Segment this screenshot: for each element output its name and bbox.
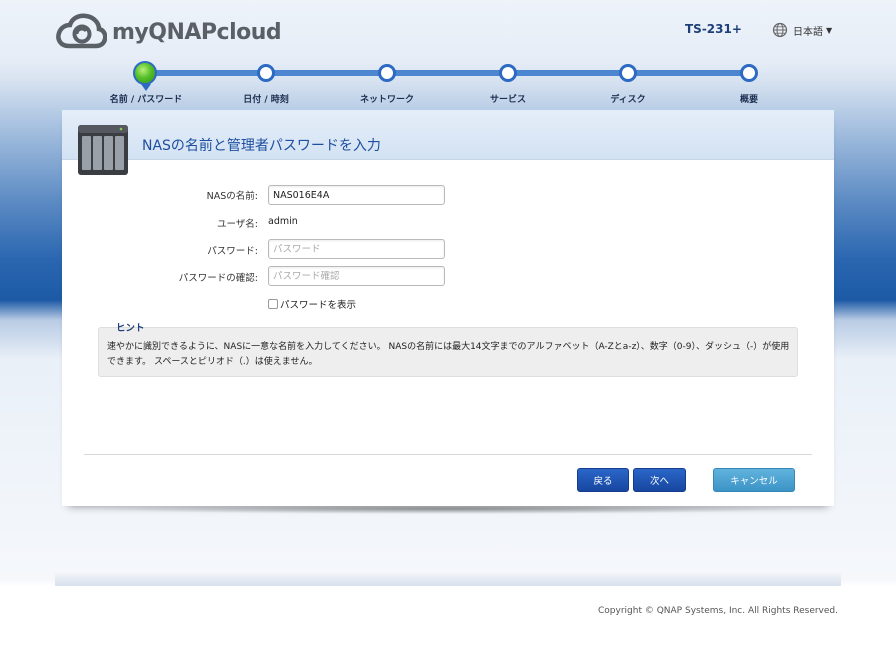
username-label: ユーザ名: <box>216 219 258 230</box>
cancel-button[interactable]: キャンセル <box>713 468 795 492</box>
step-dot-date-time <box>257 64 275 82</box>
step-dot-network <box>378 64 396 82</box>
next-button[interactable]: 次へ <box>633 468 686 492</box>
step-label-name-password: 名前 / パスワード <box>109 95 183 105</box>
copyright-text: Copyright © QNAP Systems, Inc. All Right… <box>598 606 838 616</box>
step-label-network: ネットワーク <box>359 95 415 105</box>
nas-model: TS-231+ <box>685 22 742 36</box>
nas-device-icon <box>78 125 128 175</box>
show-password-label[interactable]: パスワードを表示 <box>280 297 356 311</box>
hint-title: ヒント <box>116 323 145 334</box>
step-dot-services <box>499 64 517 82</box>
username-value: admin <box>268 216 298 227</box>
confirm-password-label: パスワードの確認: <box>178 273 258 284</box>
step-label-services: サービス <box>489 95 527 105</box>
step-dot-name-password <box>133 61 157 85</box>
footer-band <box>55 572 841 586</box>
language-label: 日本語 <box>793 26 823 38</box>
globe-icon <box>772 22 788 38</box>
cloud-logo-icon <box>56 13 107 49</box>
step-label-disk: ディスク <box>610 95 646 105</box>
show-password-checkbox[interactable] <box>268 299 278 309</box>
step-label-summary: 概要 <box>739 95 759 105</box>
step-label-date-time: 日付 / 時刻 <box>243 95 289 105</box>
footer-divider <box>84 454 812 455</box>
wizard-progress-track <box>145 70 750 76</box>
wizard-panel: NASの名前と管理者パスワードを入力 NASの名前: ユーザ名: admin パ… <box>62 110 834 506</box>
step-dot-summary <box>740 64 758 82</box>
password-label: パスワード: <box>207 246 258 257</box>
brand-name: myQNAPcloud <box>112 19 282 45</box>
panel-title: NASの名前と管理者パスワードを入力 <box>142 138 381 154</box>
active-step-pin <box>141 84 151 91</box>
step-dot-disk <box>619 64 637 82</box>
hint-text: 速やかに識別できるように、NASに一意な名前を入力してください。 NASの名前に… <box>107 342 790 367</box>
nas-name-label: NASの名前: <box>206 191 258 202</box>
myqnapcloud-logo: myQNAPcloud <box>55 12 282 52</box>
confirm-password-field[interactable] <box>268 266 445 286</box>
chevron-down-icon: ▼ <box>826 25 833 35</box>
panel-header: NASの名前と管理者パスワードを入力 <box>62 110 834 175</box>
nas-name-field[interactable] <box>268 185 445 205</box>
hint-box: 速やかに識別できるように、NASに一意な名前を入力してください。 NASの名前に… <box>98 327 798 377</box>
back-button[interactable]: 戻る <box>577 468 629 492</box>
password-field[interactable] <box>268 239 445 259</box>
language-selector[interactable]: 日本語 ▼ <box>772 22 832 38</box>
